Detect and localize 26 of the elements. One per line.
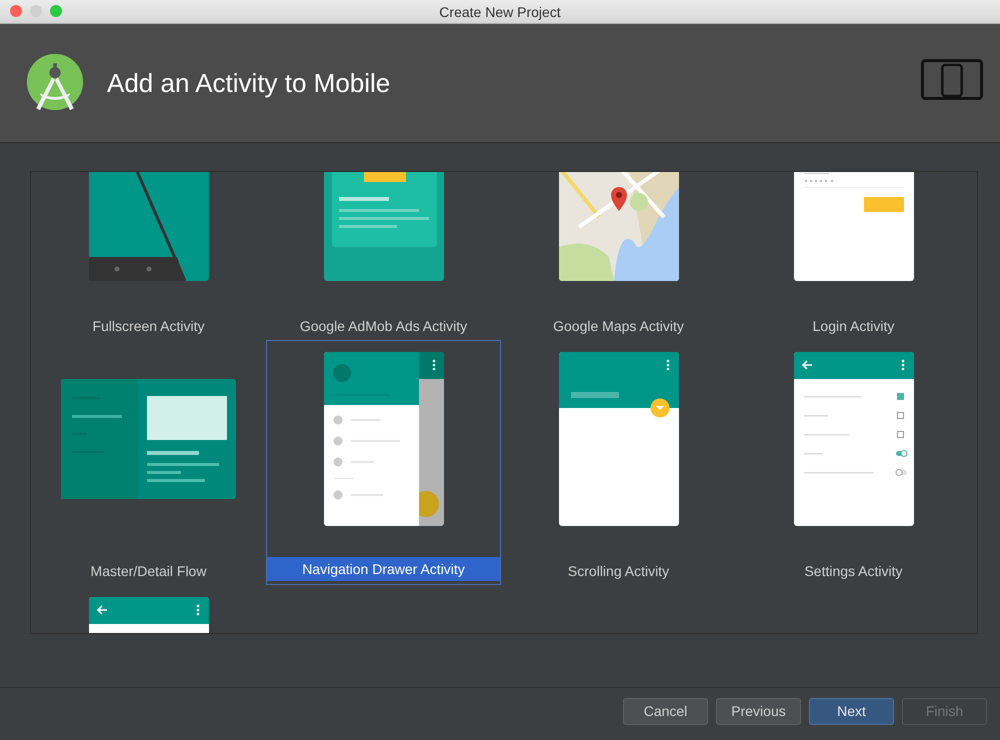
template-tile[interactable]: Login Activity (736, 172, 971, 340)
template-tile[interactable]: Master/Detail Flow (31, 340, 266, 585)
tile-label: Navigation Drawer Activity (267, 557, 500, 581)
dialog-button[interactable]: Cancel (623, 698, 708, 724)
dialog-button[interactable]: Previous (716, 698, 801, 724)
tile-label: Google AdMob Ads Activity (298, 317, 468, 336)
minimize-button[interactable] (30, 5, 42, 17)
template-tile[interactable]: Google Maps Activity (501, 172, 736, 340)
tile-label: Fullscreen Activity (91, 317, 206, 336)
template-tile[interactable]: Scrolling Activity (501, 340, 736, 585)
logo-icon (25, 52, 85, 112)
tile-label: Master/Detail Flow (90, 562, 208, 581)
zoom-button[interactable] (50, 5, 62, 17)
tile-label: Settings Activity (803, 562, 904, 581)
tile-label: Scrolling Activity (566, 562, 670, 581)
template-tile[interactable]: Navigation Drawer Activity (266, 340, 501, 585)
close-button[interactable] (10, 5, 22, 17)
tile-label: Login Activity (812, 317, 896, 336)
devices-icon (921, 58, 983, 100)
template-tile[interactable]: Fullscreen Activity (31, 172, 266, 340)
dialog-button[interactable]: Next (809, 698, 894, 724)
template-tile[interactable]: Settings Activity (736, 340, 971, 585)
tile-label: Google Maps Activity (552, 317, 685, 336)
window-title: Create New Project (439, 4, 561, 20)
page-title: Add an Activity to Mobile (107, 68, 392, 98)
template-tile[interactable]: Google AdMob Ads Activity (266, 172, 501, 340)
